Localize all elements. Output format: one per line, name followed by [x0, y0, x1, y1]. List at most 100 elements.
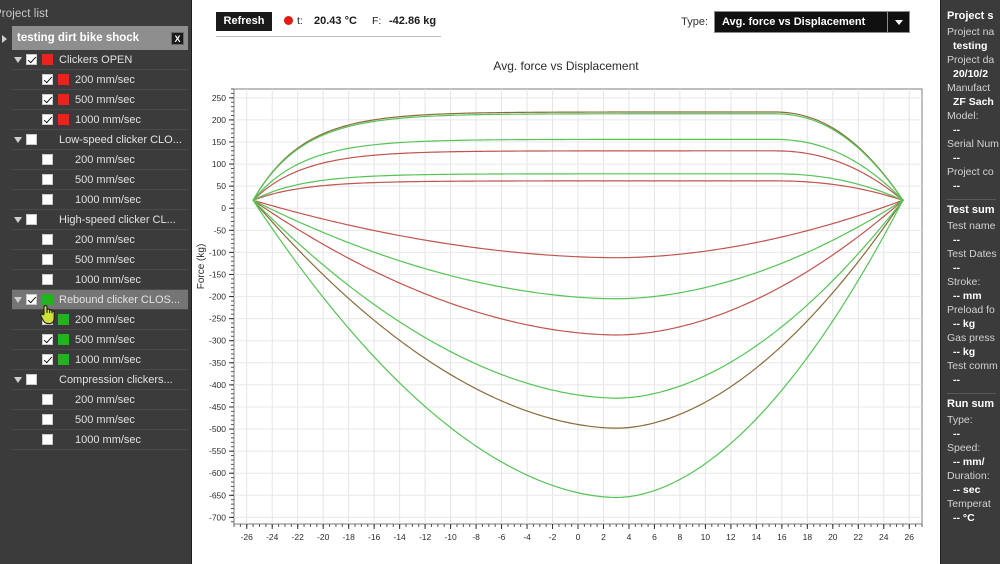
group-checkbox[interactable]: [26, 54, 37, 65]
tree-group-row[interactable]: High-speed clicker CL...: [12, 210, 188, 230]
tree-child-row[interactable]: 500 mm/sec: [12, 250, 188, 270]
info-value: -- °C: [953, 512, 975, 524]
speed-label: 1000 mm/sec: [75, 113, 142, 126]
group-checkbox[interactable]: [26, 214, 37, 225]
tree-child-row[interactable]: 200 mm/sec: [12, 150, 188, 170]
tree-child-row[interactable]: 200 mm/sec: [12, 70, 188, 90]
tree-child-row[interactable]: 1000 mm/sec: [12, 430, 188, 450]
info-key: Preload fo: [947, 304, 995, 316]
info-key: Serial Num: [947, 138, 999, 150]
temperature-label: t:: [297, 15, 303, 27]
speed-checkbox[interactable]: [42, 114, 53, 125]
expand-collapse-arrow-icon[interactable]: [14, 217, 22, 223]
svg-text:-350: -350: [209, 358, 226, 368]
tree-group-row[interactable]: Low-speed clicker CLO...: [12, 130, 188, 150]
info-key: Model:: [947, 110, 979, 122]
svg-text:10: 10: [701, 532, 711, 542]
close-icon[interactable]: X: [171, 31, 184, 45]
group-checkbox[interactable]: [26, 374, 37, 385]
expand-collapse-arrow-icon[interactable]: [14, 57, 22, 63]
expand-collapse-arrow-icon[interactable]: [14, 297, 22, 303]
speed-checkbox[interactable]: [42, 234, 53, 245]
speed-checkbox[interactable]: [42, 194, 53, 205]
tree-child-row[interactable]: 500 mm/sec: [12, 330, 188, 350]
main-content: Refresh t: 20.43 °C F: -42.86 kg Type: A…: [192, 0, 940, 564]
svg-text:-6: -6: [498, 532, 506, 542]
series-color-swatch: [58, 334, 69, 345]
expand-collapse-arrow-icon[interactable]: [14, 137, 22, 143]
refresh-button[interactable]: Refresh: [216, 12, 272, 31]
tree-group-row[interactable]: Compression clickers...: [12, 370, 188, 390]
tree-child-row[interactable]: 1000 mm/sec: [12, 110, 188, 130]
speed-checkbox[interactable]: [42, 94, 53, 105]
speed-checkbox[interactable]: [42, 314, 53, 325]
tree-child-row[interactable]: 200 mm/sec: [12, 310, 188, 330]
svg-text:-250: -250: [209, 314, 226, 324]
clicker-tree: Clickers OPEN 200 mm/sec 500 mm/sec 1000 mm…: [0, 50, 191, 450]
tree-group-row[interactable]: Rebound clicker CLOS...: [12, 290, 188, 310]
speed-checkbox[interactable]: [42, 354, 53, 365]
info-value: ZF Sach: [953, 96, 994, 108]
speed-label: 200 mm/sec: [75, 153, 135, 166]
speed-checkbox[interactable]: [42, 414, 53, 425]
project-summary-rows: Project na testing Project da 20/10/2 Manuf…: [947, 25, 1000, 193]
series-color-swatch: [42, 54, 53, 65]
svg-text:8: 8: [678, 532, 683, 542]
info-key: Test Dates: [947, 248, 997, 260]
speed-checkbox[interactable]: [42, 254, 53, 265]
svg-text:250: 250: [212, 93, 226, 103]
group-checkbox[interactable]: [26, 134, 37, 145]
speed-checkbox[interactable]: [42, 434, 53, 445]
info-key: Stroke:: [947, 276, 981, 288]
speed-checkbox[interactable]: [42, 174, 53, 185]
force-value: -42.86 kg: [389, 15, 437, 27]
info-value: --: [953, 428, 960, 440]
tree-child-row[interactable]: 1000 mm/sec: [12, 350, 188, 370]
svg-text:-20: -20: [317, 532, 330, 542]
svg-text:6: 6: [652, 532, 657, 542]
speed-checkbox[interactable]: [42, 274, 53, 285]
info-value: --: [953, 152, 960, 164]
tree-child-row[interactable]: 1000 mm/sec: [12, 270, 188, 290]
group-checkbox[interactable]: [26, 294, 37, 305]
series-color-swatch: [58, 94, 69, 105]
tree-child-row[interactable]: 1000 mm/sec: [12, 190, 188, 210]
svg-text:0: 0: [221, 203, 226, 213]
info-value: --: [953, 262, 960, 274]
svg-text:-22: -22: [292, 532, 305, 542]
speed-checkbox[interactable]: [42, 74, 53, 85]
svg-text:-14: -14: [393, 532, 406, 542]
tree-child-row[interactable]: 200 mm/sec: [12, 230, 188, 250]
svg-text:50: 50: [217, 181, 227, 191]
info-key: Test name: [947, 220, 996, 232]
speed-checkbox[interactable]: [42, 154, 53, 165]
project-item[interactable]: testing dirt bike shock X: [12, 26, 188, 50]
info-value: --: [953, 374, 960, 386]
info-key: Speed:: [947, 442, 981, 454]
series-color-swatch: [58, 74, 69, 85]
svg-text:-12: -12: [419, 532, 432, 542]
group-label: High-speed clicker CL...: [59, 213, 176, 226]
series-color-swatch: [58, 114, 69, 125]
expand-collapse-arrow-icon[interactable]: [14, 377, 22, 383]
svg-text:-500: -500: [209, 424, 226, 434]
info-sidebar: Project s Project na testing Project da 20…: [940, 0, 1000, 564]
project-expand-arrow[interactable]: [2, 35, 7, 43]
svg-text:-50: -50: [214, 225, 227, 235]
tree-child-row[interactable]: 500 mm/sec: [12, 90, 188, 110]
chart-type-dropdown[interactable]: Avg. force vs Displacement: [714, 11, 910, 33]
svg-text:-200: -200: [209, 292, 226, 302]
force-displacement-plot[interactable]: -26 -24 -22 -20 -18 -16 -14 -12 -10 -8 -6 -4 -2 0 2 4 6 8…: [192, 45, 940, 564]
info-value: -- kg: [953, 318, 976, 330]
tree-child-row[interactable]: 500 mm/sec: [12, 170, 188, 190]
info-key: Gas press: [947, 332, 995, 344]
speed-checkbox[interactable]: [42, 394, 53, 405]
tree-child-row[interactable]: 200 mm/sec: [12, 390, 188, 410]
svg-text:22: 22: [854, 532, 864, 542]
svg-text:12: 12: [726, 532, 736, 542]
chevron-down-icon[interactable]: [887, 12, 909, 32]
tree-group-row[interactable]: Clickers OPEN: [12, 50, 188, 70]
tree-child-row[interactable]: 500 mm/sec: [12, 410, 188, 430]
svg-text:150: 150: [212, 137, 226, 147]
speed-checkbox[interactable]: [42, 334, 53, 345]
